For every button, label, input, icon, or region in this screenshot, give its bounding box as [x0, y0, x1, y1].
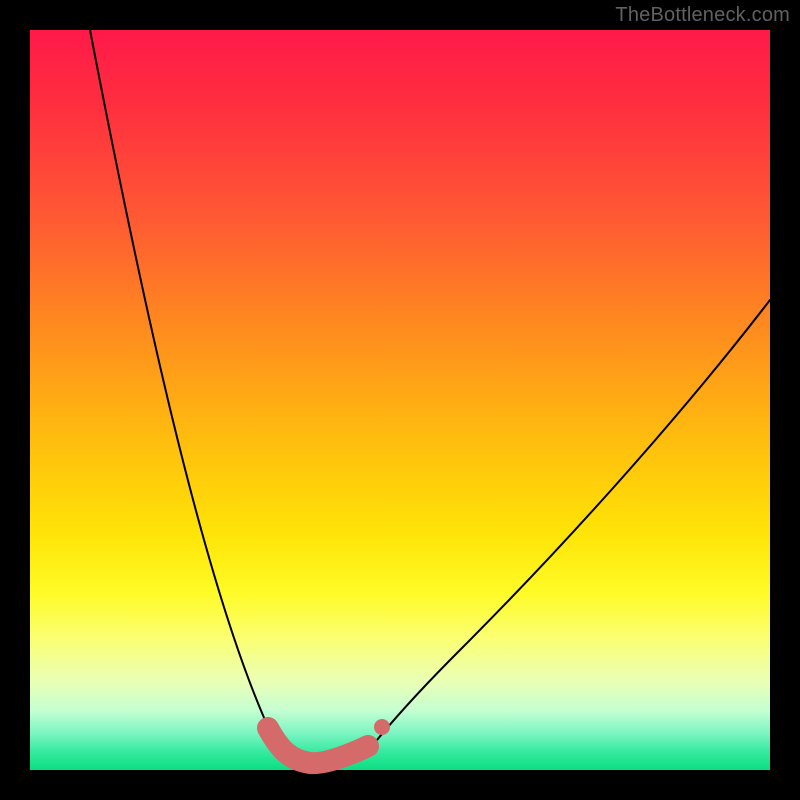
marker-dot [374, 719, 390, 735]
plot-area [30, 30, 770, 770]
left-curve [90, 30, 305, 763]
plot-svg [30, 30, 770, 770]
chart-stage: TheBottleneck.com [0, 0, 800, 800]
bottom-marker-stroke [268, 728, 368, 763]
watermark-label: TheBottleneck.com [615, 4, 790, 27]
right-curve [365, 300, 770, 755]
